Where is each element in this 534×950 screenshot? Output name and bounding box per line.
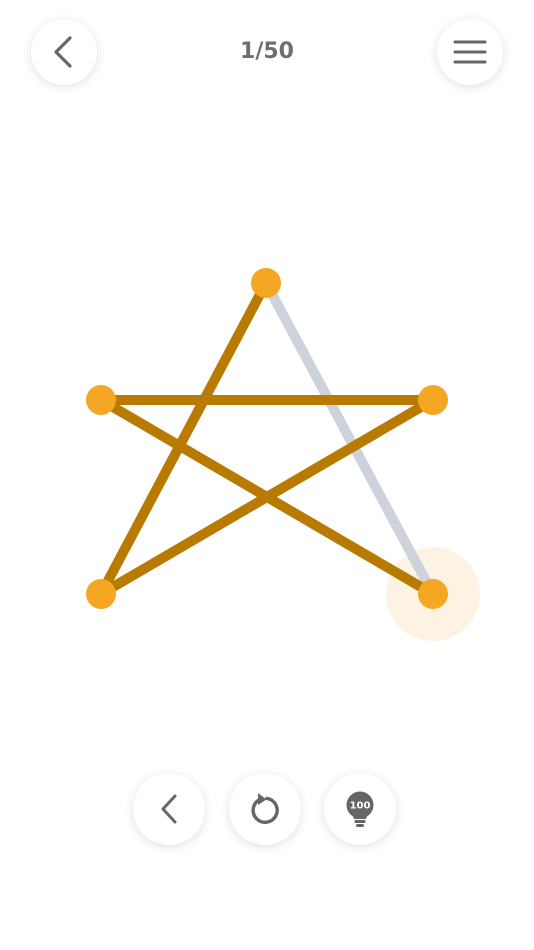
- node-right-mid[interactable]: [418, 385, 448, 415]
- node-bottom-left[interactable]: [86, 579, 116, 609]
- hint-button[interactable]: 100: [324, 773, 396, 845]
- chevron-left-icon: [161, 794, 177, 824]
- node-bottom-right[interactable]: [418, 579, 448, 609]
- node-left-mid[interactable]: [86, 385, 116, 415]
- lightbulb-icon: 100: [346, 791, 374, 827]
- hint-cost-label: 100: [350, 801, 371, 812]
- restart-icon: [251, 793, 279, 824]
- undo-button[interactable]: [133, 773, 205, 845]
- restart-button[interactable]: [229, 773, 301, 845]
- node-top[interactable]: [251, 268, 281, 298]
